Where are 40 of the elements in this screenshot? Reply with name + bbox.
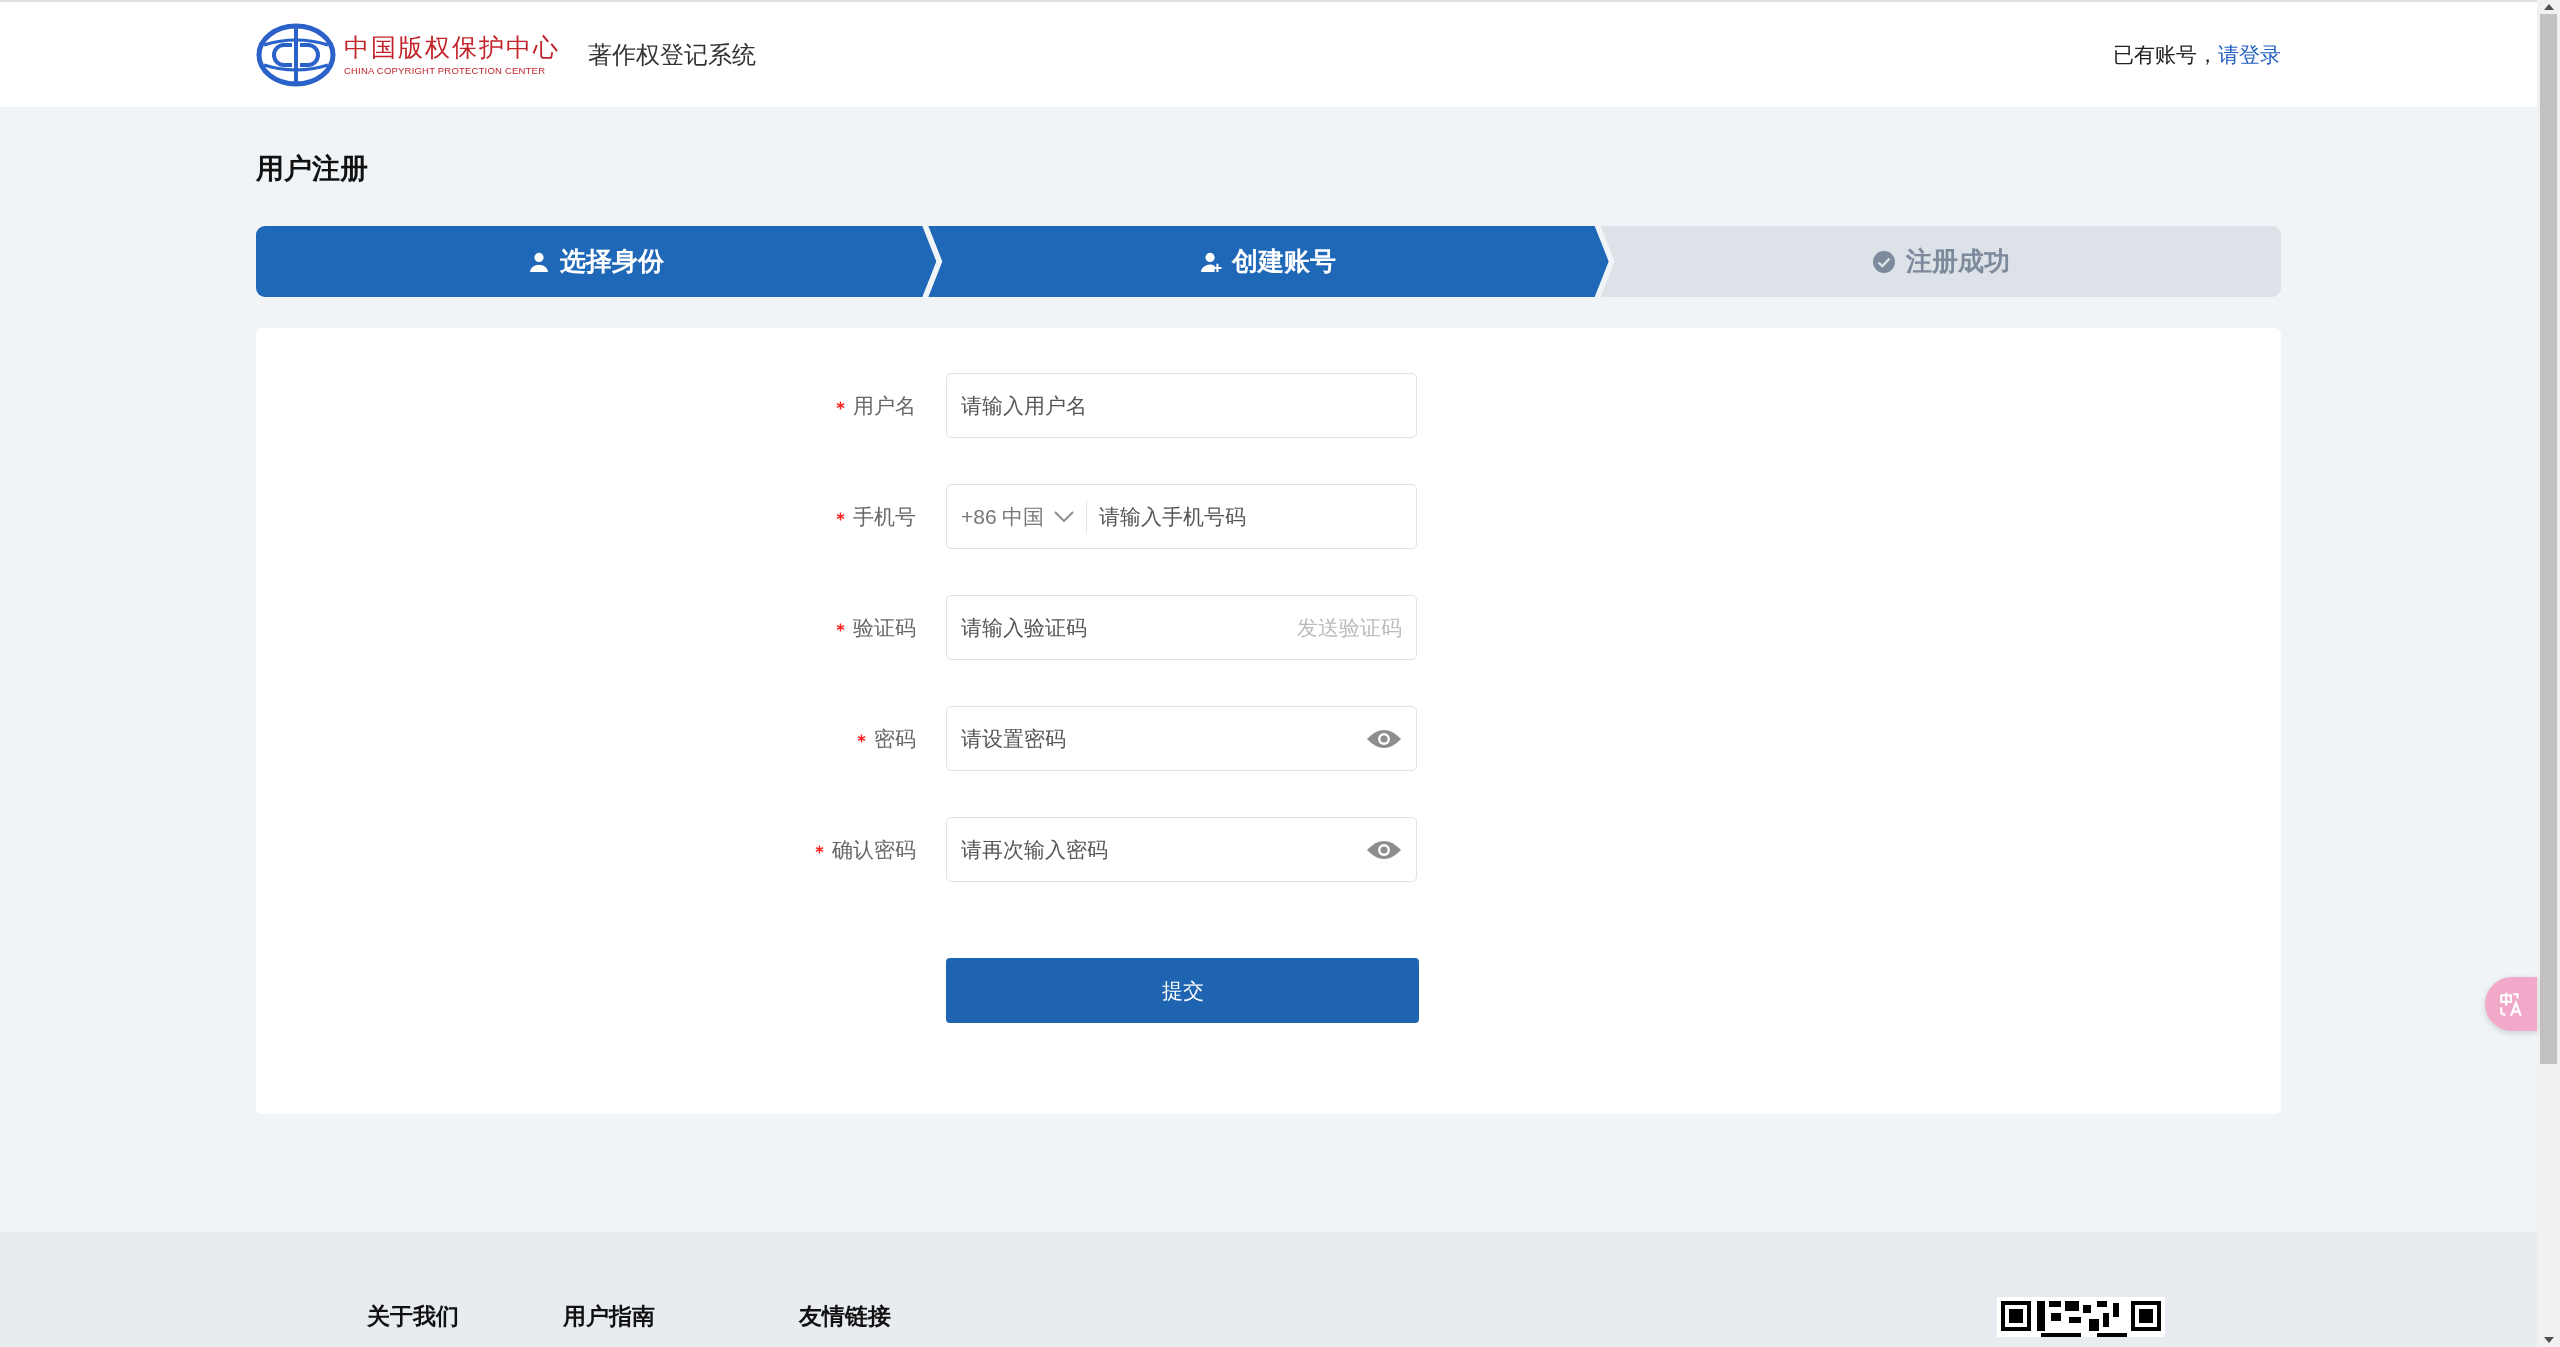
account-prompt: 已有账号， xyxy=(2113,42,2218,66)
submit-button[interactable]: 提交 xyxy=(946,958,1419,1023)
footer-heading: 用户指南 xyxy=(563,1302,655,1331)
field-label: 手机号 xyxy=(853,503,916,530)
add-user-icon xyxy=(1200,250,1223,273)
password-input[interactable]: 请再次输入密码 xyxy=(961,837,1354,862)
system-name: 著作权登记系统 xyxy=(588,39,756,70)
code-input[interactable]: 请输入验证码 xyxy=(961,615,1285,640)
country-code-select[interactable]: +86 中国 xyxy=(961,500,1088,533)
person-icon xyxy=(528,250,551,273)
scroll-up-icon[interactable] xyxy=(2543,4,2554,10)
phone-field[interactable]: +86 中国 请输入手机号码 xyxy=(946,484,1417,549)
scroll-down-icon[interactable] xyxy=(2543,1337,2554,1343)
progress-step: 创建账号 xyxy=(928,226,1609,297)
scrollbar-thumb[interactable] xyxy=(2540,14,2557,1064)
progress-step: 注册成功 xyxy=(1600,226,2281,297)
check-circle-icon xyxy=(1871,249,1896,274)
password-input[interactable]: 请设置密码 xyxy=(961,726,1354,751)
eye-icon[interactable] xyxy=(1366,838,1402,861)
field-label: 用户名 xyxy=(853,392,916,419)
login-link[interactable]: 请登录 xyxy=(2218,42,2281,66)
eye-icon[interactable] xyxy=(1366,727,1402,750)
field-label: 验证码 xyxy=(853,614,916,641)
footer-heading: 关于我们 xyxy=(367,1302,459,1331)
scrollbar[interactable] xyxy=(2537,0,2560,1347)
chevron-down-icon xyxy=(1054,510,1075,523)
progress-step: 选择身份 xyxy=(256,226,937,297)
password-field[interactable]: 请再次输入密码 xyxy=(946,817,1417,882)
logo-subtitle: CHINA COPYRIGHT PROTECTION CENTER xyxy=(344,63,547,78)
page-title: 用户注册 xyxy=(256,152,369,186)
translate-button[interactable] xyxy=(2485,977,2537,1031)
translate-icon xyxy=(2498,991,2524,1017)
footer-heading: 友情链接 xyxy=(799,1302,891,1331)
password-field[interactable]: 请设置密码 xyxy=(946,706,1417,771)
logo-icon xyxy=(256,22,336,87)
field-label: 密码 xyxy=(874,725,916,752)
logo-name: 中国版权保护中心 xyxy=(344,32,560,63)
input-field[interactable]: 请输入用户名 xyxy=(946,373,1417,438)
field-label: 确认密码 xyxy=(832,836,916,863)
phone-input[interactable]: 请输入手机号码 xyxy=(1099,504,1402,529)
